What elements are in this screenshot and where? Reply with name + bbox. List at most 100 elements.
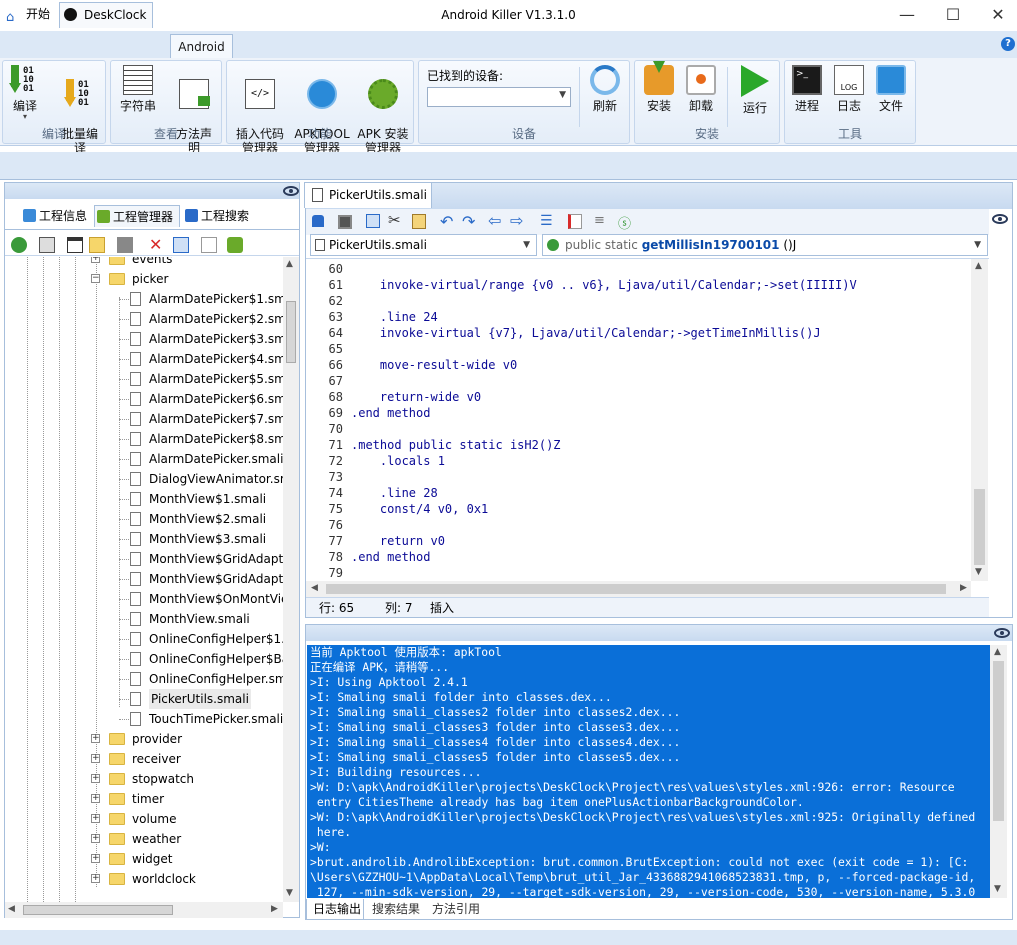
collapse-toggle-icon[interactable]: −	[91, 274, 100, 283]
expand-toggle-icon[interactable]: +	[91, 754, 100, 763]
scroll-up-icon[interactable]: ▲	[975, 261, 982, 271]
strings-button[interactable]: 字符串	[115, 65, 161, 113]
code-scroll-thumb[interactable]	[974, 489, 985, 565]
tab-start[interactable]: ⌂ 开始	[2, 2, 58, 28]
scroll-up-icon[interactable]: ▲	[286, 259, 293, 269]
ribbon-tab-android[interactable]: Android	[170, 34, 233, 58]
lock-icon[interactable]	[312, 215, 324, 227]
tab-log-output[interactable]: 日志输出	[306, 899, 364, 920]
run-button[interactable]: 运行	[735, 65, 775, 115]
help-icon[interactable]: ?	[1001, 37, 1015, 51]
refresh-tree-icon[interactable]	[11, 237, 27, 253]
code-horizontal-scrollbar[interactable]: ◀ ▶	[306, 581, 971, 597]
expand-toggle-icon[interactable]: +	[91, 814, 100, 823]
refresh-button[interactable]: 刷新	[585, 65, 625, 113]
scroll-up-icon[interactable]: ▲	[994, 647, 1001, 657]
expand-toggle-icon[interactable]: +	[91, 257, 100, 263]
scroll-right-icon[interactable]: ▶	[960, 583, 967, 593]
install-button[interactable]: 安装	[639, 61, 679, 113]
batch-compile-icon: 01 10 01	[64, 79, 94, 109]
maximize-button[interactable]: ☐	[930, 0, 976, 31]
tree-folder-label: provider	[132, 732, 182, 746]
tree-folder-label: receiver	[132, 752, 181, 766]
log-scroll-thumb[interactable]	[993, 661, 1004, 821]
forward-icon[interactable]: ⇨	[510, 211, 523, 230]
file-combo[interactable]: PickerUtils.smali ▼	[310, 234, 537, 256]
save-icon[interactable]	[338, 215, 352, 229]
expand-toggle-icon[interactable]: +	[91, 834, 100, 843]
encode-icon[interactable]: ⓢ	[618, 213, 631, 232]
scroll-down-icon[interactable]: ▼	[994, 884, 1001, 894]
log-eye-icon[interactable]	[994, 628, 1010, 638]
code-h-scroll-thumb[interactable]	[326, 584, 946, 594]
compile-button[interactable]: 01 10 01 编译 ▾	[5, 65, 45, 121]
log-output[interactable]: 当前 Apktool 使用版本: apkTool 正在编译 APK，请稍等... >…	[307, 645, 990, 898]
tab-project-search[interactable]: 工程搜索	[183, 205, 259, 227]
expand-toggle-icon[interactable]: +	[91, 794, 100, 803]
copy-icon[interactable]	[173, 237, 189, 253]
delete-icon[interactable]: ✕	[149, 237, 165, 253]
log-button[interactable]: LOG 日志	[829, 65, 869, 113]
eye-icon[interactable]	[283, 186, 299, 196]
format-icon[interactable]: ☰	[540, 213, 553, 229]
undo-icon[interactable]: ↶	[440, 212, 453, 231]
back-icon[interactable]: ⇦	[488, 211, 501, 230]
expand-toggle-icon[interactable]: +	[91, 774, 100, 783]
tree-folder-label: worldclock	[132, 872, 196, 886]
android-build-icon[interactable]	[227, 237, 243, 253]
log-line: >I: Smaling smali folder into classes.de…	[310, 690, 612, 704]
pdf-icon[interactable]	[201, 237, 217, 253]
open-folder-icon[interactable]	[89, 237, 105, 253]
editor-eye-icon[interactable]	[992, 214, 1008, 224]
copy-doc-icon[interactable]	[366, 214, 380, 228]
tab-search-results[interactable]: 搜索结果	[372, 899, 428, 920]
tab-picker-utils[interactable]: PickerUtils.smali	[304, 182, 432, 208]
minimize-button[interactable]: —	[884, 0, 930, 31]
apktool-icon	[307, 79, 337, 109]
method-combo[interactable]: public static getMillisIn19700101 ()J ▼	[542, 234, 988, 256]
window-icon[interactable]	[67, 237, 83, 253]
expand-toggle-icon[interactable]: +	[91, 734, 100, 743]
scroll-left-icon[interactable]: ◀	[311, 583, 318, 593]
line-number: 77	[328, 534, 343, 548]
paste-icon[interactable]	[412, 214, 426, 229]
file-icon	[130, 672, 141, 686]
java-icon[interactable]	[568, 214, 582, 229]
collapse-icon[interactable]	[39, 237, 55, 253]
code-vertical-scrollbar[interactable]: ▲ ▼	[971, 259, 988, 581]
tree-vertical-scrollbar[interactable]: ▲ ▼	[283, 257, 299, 902]
refresh-icon	[590, 65, 620, 95]
expand-toggle-icon[interactable]: +	[91, 874, 100, 883]
scroll-thumb[interactable]	[286, 301, 296, 363]
tree-folder-label: picker	[132, 272, 169, 286]
expand-toggle-icon[interactable]: +	[91, 854, 100, 863]
tree-horizontal-scrollbar[interactable]: ◀ ▶	[5, 902, 283, 918]
tree-file-label: MonthView$3.smali	[149, 532, 267, 546]
close-button[interactable]: ✕	[975, 0, 1017, 31]
scroll-left-icon[interactable]: ◀	[8, 904, 15, 914]
tree-folder-label: events	[132, 257, 173, 266]
group-tools: >_ 进程 LOG 日志 文件 工具	[784, 60, 916, 144]
redo-icon[interactable]: ↷	[462, 212, 475, 231]
scroll-down-icon[interactable]: ▼	[286, 888, 293, 898]
tab-method-references[interactable]: 方法引用	[432, 899, 488, 920]
home-icon: ⌂	[6, 10, 15, 25]
tab-project-info[interactable]: 工程信息	[21, 205, 93, 227]
h-scroll-thumb[interactable]	[23, 905, 173, 915]
tab-project-manager[interactable]: 工程管理器	[94, 205, 180, 227]
tab-deskclock[interactable]: DeskClock	[59, 2, 153, 28]
scroll-right-icon[interactable]: ▶	[271, 904, 278, 914]
book-icon[interactable]	[117, 237, 133, 253]
file-button[interactable]: 文件	[871, 65, 911, 113]
scroll-down-icon[interactable]: ▼	[975, 567, 982, 577]
process-button[interactable]: >_ 进程	[787, 65, 827, 113]
uninstall-button[interactable]: 卸载	[681, 65, 721, 113]
group-compile: 01 10 01 编译 ▾ 01 10 01 批量编 译 编译	[2, 60, 106, 155]
log-line: here.	[310, 825, 352, 839]
cut-icon[interactable]: ✂	[388, 211, 401, 229]
log-line: >I: Smaling smali_classes4 folder into c…	[310, 735, 681, 749]
log-pane-header	[306, 625, 1012, 641]
align-icon[interactable]: ≡	[594, 213, 605, 228]
log-vertical-scrollbar[interactable]: ▲ ▼	[990, 645, 1007, 898]
device-select[interactable]: ▼	[427, 87, 571, 107]
